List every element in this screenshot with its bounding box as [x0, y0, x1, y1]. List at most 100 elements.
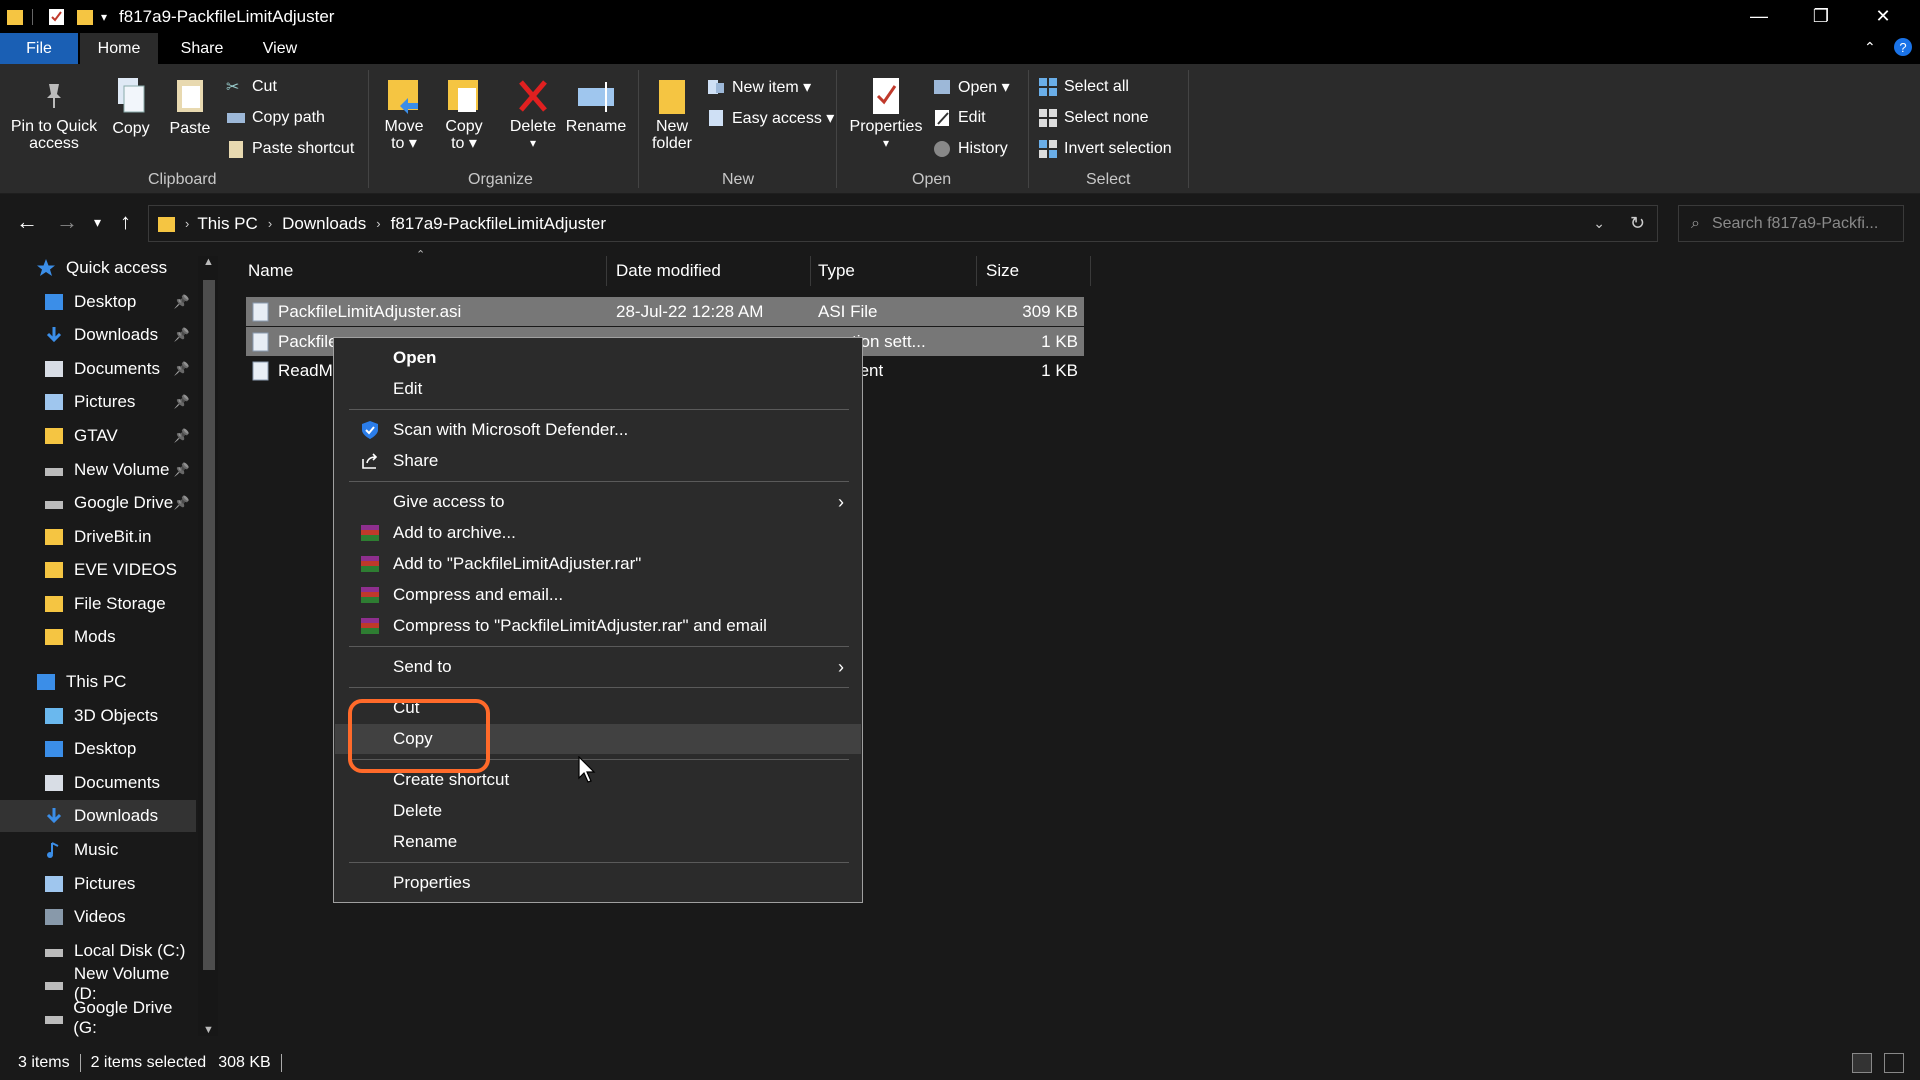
select-all-button[interactable]: Select all [1038, 76, 1129, 98]
back-arrow-icon[interactable]: ← [16, 209, 38, 235]
menu-item-properties[interactable]: Properties [344, 868, 854, 898]
refresh-icon[interactable]: ↻ [1630, 213, 1645, 234]
delete-button[interactable]: Delete ▾ [506, 76, 560, 152]
invert-selection-button[interactable]: Invert selection [1038, 138, 1172, 160]
quick-access-dropdown-icon[interactable]: ▾ [101, 10, 107, 24]
sidebar-item[interactable]: Desktop [0, 733, 196, 765]
open-button[interactable]: Open ▾ [932, 76, 1010, 98]
nav-scrollbar[interactable]: ▲ ▼ [198, 256, 218, 1036]
sidebar-item[interactable]: Videos [0, 901, 196, 933]
copy-path-button[interactable]: Copy path [226, 107, 325, 129]
tab-home[interactable]: Home [80, 33, 158, 64]
sidebar-item[interactable]: Pictures [0, 868, 196, 900]
sidebar-item[interactable]: Downloads [0, 800, 196, 832]
scroll-down-icon[interactable]: ▼ [203, 1024, 214, 1036]
close-button[interactable]: ✕ [1852, 0, 1914, 33]
rename-button[interactable]: Rename [566, 76, 626, 135]
new-item-button[interactable]: New item ▾ [706, 76, 811, 98]
sidebar-item[interactable]: Documents [0, 767, 196, 799]
column-header-size[interactable]: Size [986, 256, 1086, 286]
sidebar-item[interactable]: Desktop 📌 [0, 286, 196, 318]
address-dropdown-icon[interactable]: ⌄ [1593, 215, 1605, 232]
file-name: Packfile [278, 331, 338, 351]
scroll-thumb[interactable] [203, 280, 215, 970]
up-arrow-icon[interactable]: ↑ [120, 209, 131, 235]
copy-to-button[interactable]: Copy to ▾ [440, 76, 488, 152]
sort-up-icon: ⌃ [416, 249, 426, 261]
properties-button[interactable]: Properties ▾ [846, 76, 926, 152]
menu-item-share[interactable]: Share [344, 446, 854, 476]
move-to-button[interactable]: Move to ▾ [380, 76, 428, 152]
new-folder-button[interactable]: New folder [648, 76, 696, 152]
menu-item-add-to-archive[interactable]: Add to archive... [344, 518, 854, 548]
sidebar-item[interactable]: 3D Objects [0, 700, 196, 732]
cut-button[interactable]: ✂ Cut [226, 76, 277, 98]
sidebar-item[interactable]: Documents 📌 [0, 353, 196, 385]
breadcrumb-downloads[interactable]: Downloads [282, 214, 366, 234]
paste-button[interactable]: Paste [166, 76, 214, 137]
collapse-ribbon-icon[interactable]: ⌃ [1864, 39, 1876, 56]
sidebar-item[interactable]: New Volume (D: [0, 964, 196, 1003]
menu-item-delete[interactable]: Delete [344, 796, 854, 826]
forward-arrow-icon[interactable]: → [56, 209, 78, 235]
edit-button[interactable]: Edit [932, 107, 986, 129]
select-none-button[interactable]: Select none [1038, 107, 1149, 129]
menu-item-compress-rar-email[interactable]: Compress to "PackfileLimitAdjuster.rar" … [344, 611, 854, 641]
menu-item-scan-defender[interactable]: Scan with Microsoft Defender... [344, 415, 854, 445]
menu-item-add-to-rar[interactable]: Add to "PackfileLimitAdjuster.rar" [344, 549, 854, 579]
menu-item-send-to[interactable]: Send to › [344, 652, 854, 682]
tab-view[interactable]: View [246, 33, 314, 64]
file-row[interactable]: PackfileLimitAdjuster.asi 28-Jul-22 12:28… [246, 297, 1084, 326]
recent-locations-icon[interactable]: ▾ [94, 214, 101, 231]
search-input[interactable]: ⌕ Search f817a9-Packfi... [1678, 205, 1904, 242]
menu-item-rename[interactable]: Rename [344, 827, 854, 857]
menu-item-compress-email[interactable]: Compress and email... [344, 580, 854, 610]
column-header-date[interactable]: Date modified [616, 256, 806, 286]
minimize-button[interactable]: — [1728, 0, 1790, 33]
pin-to-quick-access-button[interactable]: Pin to Quick access [6, 80, 102, 152]
sidebar-item[interactable]: Local Disk (C:) [0, 935, 196, 967]
history-icon [932, 139, 952, 159]
details-view-icon[interactable] [1852, 1053, 1872, 1073]
file-icon [251, 327, 271, 356]
help-icon[interactable]: ? [1894, 38, 1912, 56]
tab-share[interactable]: Share [162, 33, 242, 64]
sidebar-item[interactable]: This PC [0, 666, 196, 698]
sidebar-item[interactable]: Google Drive (G: [0, 998, 196, 1037]
sidebar-item[interactable]: GTAV 📌 [0, 420, 196, 452]
restore-button[interactable]: ❐ [1790, 0, 1852, 33]
sidebar-item[interactable]: Quick access [0, 252, 196, 284]
menu-item-edit[interactable]: Edit [344, 374, 854, 404]
file-date: 28-Jul-22 12:28 AM [616, 301, 764, 321]
tab-file[interactable]: File [0, 33, 78, 64]
breadcrumb-this-pc[interactable]: This PC [197, 214, 257, 234]
paste-shortcut-button[interactable]: Paste shortcut [226, 138, 354, 160]
large-icons-view-icon[interactable] [1884, 1053, 1904, 1073]
menu-item-open[interactable]: Open [344, 343, 854, 373]
sidebar-item[interactable]: DriveBit.in [0, 521, 196, 553]
pc-icon [36, 672, 58, 692]
copy-button[interactable]: Copy [108, 76, 154, 137]
column-header-name[interactable]: Name ⌃ [248, 249, 602, 286]
folder-icon [157, 214, 177, 234]
sidebar-item[interactable]: Downloads 📌 [0, 319, 196, 351]
sidebar-item[interactable]: Pictures 📌 [0, 386, 196, 418]
pictures-icon [44, 392, 66, 412]
menu-item-give-access[interactable]: Give access to › [344, 487, 854, 517]
address-bar[interactable]: › This PC › Downloads › f817a9-PackfileL… [148, 205, 1658, 242]
breadcrumb-current-folder[interactable]: f817a9-PackfileLimitAdjuster [391, 214, 606, 234]
copy-icon [118, 78, 145, 113]
sidebar-item[interactable]: Music [0, 834, 196, 866]
scroll-up-icon[interactable]: ▲ [203, 256, 214, 268]
paste-shortcut-icon [226, 139, 246, 159]
sidebar-item[interactable]: File Storage [0, 588, 196, 620]
sidebar-item[interactable]: EVE VIDEOS [0, 554, 196, 586]
sidebar-item[interactable]: Mods [0, 621, 196, 653]
sidebar-item[interactable]: New Volume 📌 [0, 454, 196, 486]
column-header-type[interactable]: Type [818, 256, 968, 286]
sidebar-item[interactable]: Google Drive 📌 [0, 487, 196, 519]
history-button[interactable]: History [932, 138, 1008, 160]
easy-access-button[interactable]: Easy access ▾ [706, 107, 834, 129]
new-folder-icon[interactable] [75, 7, 93, 27]
properties-icon[interactable] [47, 7, 65, 27]
